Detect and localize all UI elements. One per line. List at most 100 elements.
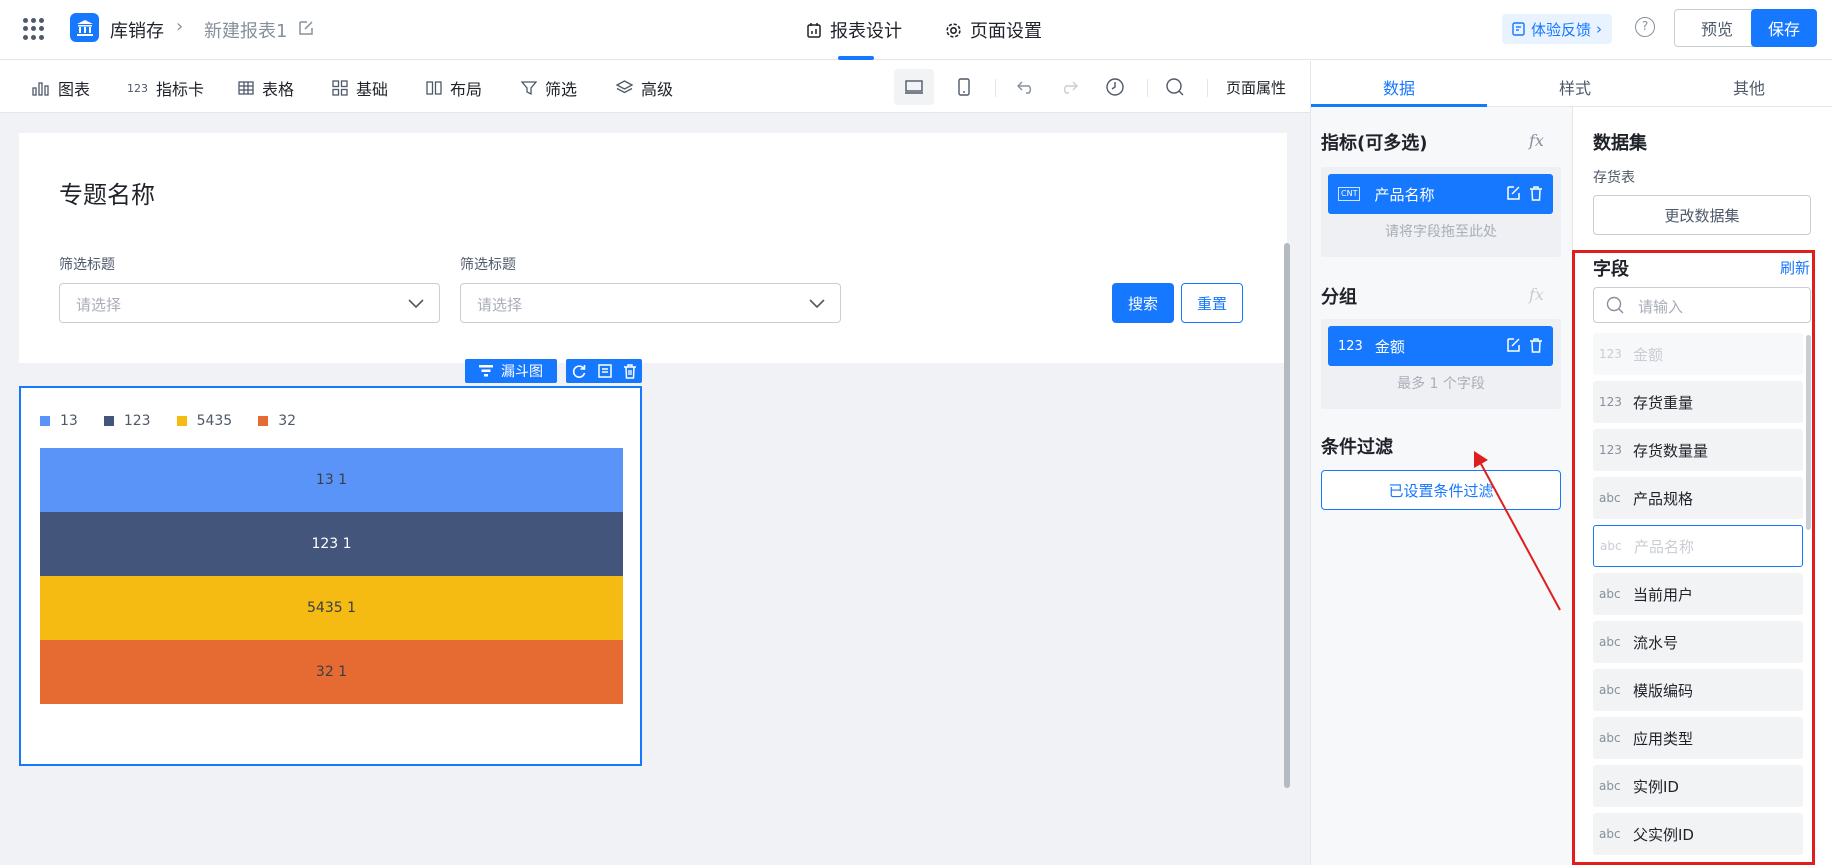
field-search-input[interactable]: 请输入 (1593, 287, 1811, 323)
toolbar-item-advanced[interactable]: 高级 (616, 76, 673, 100)
metric-field-chip[interactable]: CNT 产品名称 (1328, 174, 1553, 214)
toolbar-item-label: 指标卡 (156, 80, 205, 99)
chart-type-text: 漏斗图 (501, 364, 543, 380)
field-type-tag: abc (1599, 827, 1621, 841)
search-button[interactable]: 搜索 (1112, 283, 1174, 323)
trash-icon[interactable] (623, 363, 637, 379)
feedback-button[interactable]: 体验反馈 › (1502, 14, 1613, 44)
legend-item[interactable]: 5435 (176, 413, 232, 429)
funnel-segment[interactable]: 123 1 (40, 512, 623, 576)
field-label: 实例ID (1633, 777, 1679, 796)
field-type-tag: 123 (1599, 347, 1622, 361)
tab-style[interactable]: 样式 (1559, 75, 1591, 99)
metric-card-icon: 123 (127, 81, 148, 95)
field-type-tag: abc (1600, 539, 1622, 553)
legend-swatch (176, 416, 187, 426)
undo-icon (1017, 81, 1032, 94)
field-item[interactable]: 123 存货数量量 (1593, 429, 1803, 471)
field-item[interactable]: abc 产品名称 (1593, 525, 1803, 567)
legend-label: 13 (60, 413, 78, 429)
funnel-segment[interactable]: 32 1 (40, 640, 623, 704)
toolbar-item-layout[interactable]: 布局 (426, 76, 482, 100)
tab-other[interactable]: 其他 (1733, 75, 1765, 99)
copy-icon[interactable] (597, 363, 613, 379)
top-bar: 库销存 › 新建报表1 报表设计 页面设置 体验反馈 › ? 预览 保存 (0, 0, 1832, 60)
filter-select-1[interactable]: 请选择 (59, 283, 440, 323)
trash-icon[interactable] (1529, 337, 1543, 353)
tab-page-settings[interactable]: 页面设置 (945, 17, 1042, 43)
field-type-tag: abc (1599, 635, 1621, 649)
legend-item[interactable]: 13 (40, 413, 78, 429)
field-item[interactable]: 123 金额 (1593, 333, 1803, 375)
toolbar-item-chart[interactable]: 图表 (32, 76, 90, 100)
group-field-chip[interactable]: 123 金额 (1328, 326, 1553, 366)
fields-scrollbar[interactable] (1806, 335, 1811, 530)
drop-hint: 最多 1 个字段 (1397, 376, 1485, 392)
chip-label: 金额 (1374, 337, 1405, 356)
field-item[interactable]: abc 实例ID (1593, 765, 1803, 807)
group-drop-zone[interactable]: 123 金额 最多 1 个字段 (1321, 319, 1561, 409)
tab-report-design[interactable]: 报表设计 (806, 17, 902, 43)
formula-icon[interactable]: fx (1529, 131, 1544, 150)
redo-button[interactable] (1049, 69, 1089, 105)
funnel-segment[interactable]: 5435 1 (40, 576, 623, 640)
condition-filter-button[interactable]: 已设置条件过滤 (1321, 470, 1561, 510)
preview-button[interactable]: 预览 (1674, 9, 1760, 47)
help-icon[interactable]: ? (1635, 17, 1655, 37)
funnel-chart-widget[interactable]: 13 123 5435 32 13 1 123 1 5435 1 32 1 (19, 386, 642, 766)
field-item[interactable]: 123 存货重量 (1593, 381, 1803, 423)
drop-hint: 请将字段拖至此处 (1385, 224, 1497, 240)
toolbar-item-label: 基础 (356, 80, 389, 99)
legend-item[interactable]: 123 (103, 413, 151, 429)
field-item[interactable]: abc 应用类型 (1593, 717, 1803, 759)
field-item[interactable]: abc 产品规格 (1593, 477, 1803, 519)
reset-button[interactable]: 重置 (1181, 283, 1243, 323)
legend-label: 32 (278, 413, 297, 429)
undo-button[interactable] (1006, 69, 1046, 105)
toolbar-item-table[interactable]: 表格 (238, 76, 294, 100)
change-dataset-button[interactable]: 更改数据集 (1593, 195, 1811, 235)
field-item[interactable]: abc 模版编码 (1593, 669, 1803, 711)
design-canvas: 专题名称 筛选标题 请选择 筛选标题 请选择 搜索 重置 漏斗图 13 123 54… (0, 113, 1310, 865)
refresh-fields-link[interactable]: 刷新 (1780, 257, 1810, 278)
field-item[interactable]: abc 流水号 (1593, 621, 1803, 663)
save-button[interactable]: 保存 (1751, 9, 1817, 47)
toolbar-item-basic[interactable]: 基础 (332, 76, 388, 100)
filter-icon (521, 81, 537, 96)
phone-icon (958, 78, 970, 96)
toolbar-item-filter[interactable]: 筛选 (521, 76, 577, 100)
field-item[interactable]: abc 父实例ID (1593, 813, 1803, 855)
canvas-scrollbar[interactable] (1284, 243, 1290, 788)
funnel-icon (479, 365, 493, 377)
toolbar-item-metric-card[interactable]: 123 指标卡 (127, 76, 204, 100)
edit-icon[interactable] (1505, 337, 1521, 353)
app-name[interactable]: 库销存 (110, 17, 164, 43)
legend-item[interactable]: 32 (258, 413, 296, 429)
data-config-column: 指标(可多选) fx CNT 产品名称 请将字段拖至此处 分组 fx 123 金… (1311, 107, 1572, 865)
page-title[interactable]: 专题名称 (59, 175, 155, 210)
search-button[interactable] (1155, 69, 1195, 105)
refresh-icon[interactable] (571, 363, 587, 379)
funnel-segment[interactable]: 13 1 (40, 448, 623, 512)
dataset-name: 存货表 (1593, 170, 1635, 186)
history-button[interactable] (1095, 69, 1135, 105)
gear-icon (946, 22, 961, 38)
edit-icon[interactable] (297, 19, 315, 41)
search-placeholder: 请输入 (1638, 298, 1684, 316)
tab-data[interactable]: 数据 (1383, 75, 1415, 99)
field-item[interactable]: abc 当前用户 (1593, 573, 1803, 615)
page-header-card: 专题名称 筛选标题 请选择 筛选标题 请选择 搜索 重置 (19, 133, 1287, 363)
app-grid-icon[interactable] (23, 18, 45, 40)
field-type-tag: abc (1599, 587, 1621, 601)
desktop-view-button[interactable] (894, 69, 934, 105)
metrics-drop-zone[interactable]: CNT 产品名称 请将字段拖至此处 (1321, 167, 1561, 257)
tab-label: 页面设置 (970, 21, 1042, 42)
trash-icon[interactable] (1529, 185, 1543, 201)
mobile-view-button[interactable] (944, 69, 984, 105)
field-label: 金额 (1633, 345, 1664, 364)
chart-type-label[interactable]: 漏斗图 (465, 359, 557, 383)
edit-icon[interactable] (1505, 185, 1521, 201)
filter-select-2[interactable]: 请选择 (460, 283, 841, 323)
chevron-right-icon: › (176, 16, 184, 37)
page-properties-button[interactable]: 页面属性 (1226, 77, 1286, 98)
